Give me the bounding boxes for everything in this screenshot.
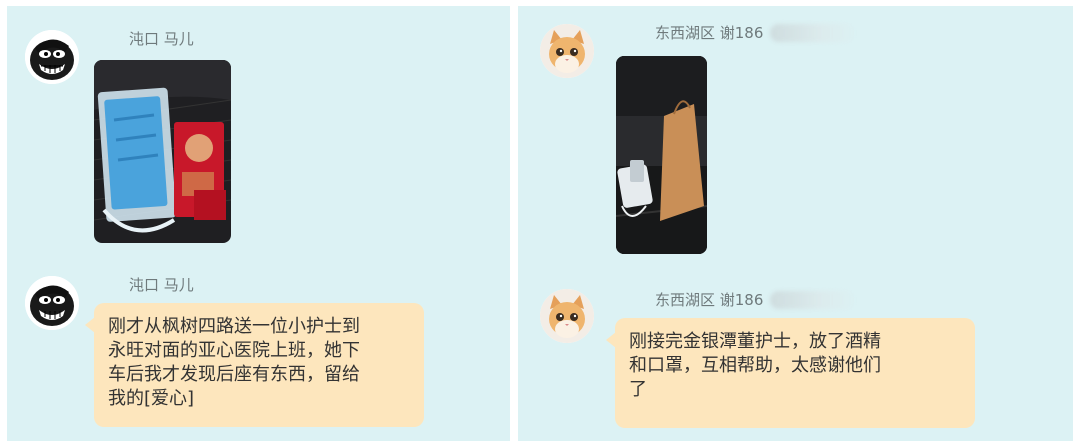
chat-panel-right: 东西湖区 谢186 东西湖区 谢186 刚接完金银潭董护士，放了酒精 和口罩，互… <box>518 6 1073 441</box>
masks-photo[interactable] <box>94 60 231 243</box>
sender-name: 沌口 马儿 <box>129 30 194 48</box>
sender-name: 沌口 马儿 <box>129 276 194 294</box>
message-bubble[interactable]: 刚才从枫树四路送一位小护士到 永旺对面的亚心医院上班，她下 车后我才发现后座有东… <box>85 303 424 427</box>
sender-name: 东西湖区 谢186 <box>655 24 764 42</box>
chat-panel-left: 沌口 马儿 沌口 马儿 刚才从枫树四路送一位小护士到 永旺对面的亚心医院上班，她… <box>7 6 510 441</box>
message-line: 我的[爱心] <box>108 388 195 409</box>
kitten-avatar-icon[interactable] <box>540 289 594 343</box>
bag-photo[interactable] <box>616 56 707 254</box>
message-line: 永旺对面的亚心医院上班，她下 <box>108 340 360 361</box>
message-line: 刚接完金银潭董护士，放了酒精 <box>629 331 881 352</box>
message-line: 和口罩，互相帮助，太感谢他们 <box>629 355 881 376</box>
phone-blur-mask <box>770 24 856 42</box>
kitten-avatar-icon[interactable] <box>540 24 594 78</box>
phone-blur-mask <box>770 291 856 309</box>
cartoon-man-avatar-icon[interactable] <box>25 30 79 84</box>
message-line: 刚才从枫树四路送一位小护士到 <box>108 316 360 337</box>
sender-name: 东西湖区 谢186 <box>655 291 764 309</box>
message-line: 了 <box>629 379 647 400</box>
message-line: 车后我才发现后座有东西，留给 <box>108 364 360 385</box>
cartoon-man-avatar-icon[interactable] <box>25 276 79 330</box>
message-bubble[interactable]: 刚接完金银潭董护士，放了酒精 和口罩，互相帮助，太感谢他们 了 <box>606 318 975 428</box>
